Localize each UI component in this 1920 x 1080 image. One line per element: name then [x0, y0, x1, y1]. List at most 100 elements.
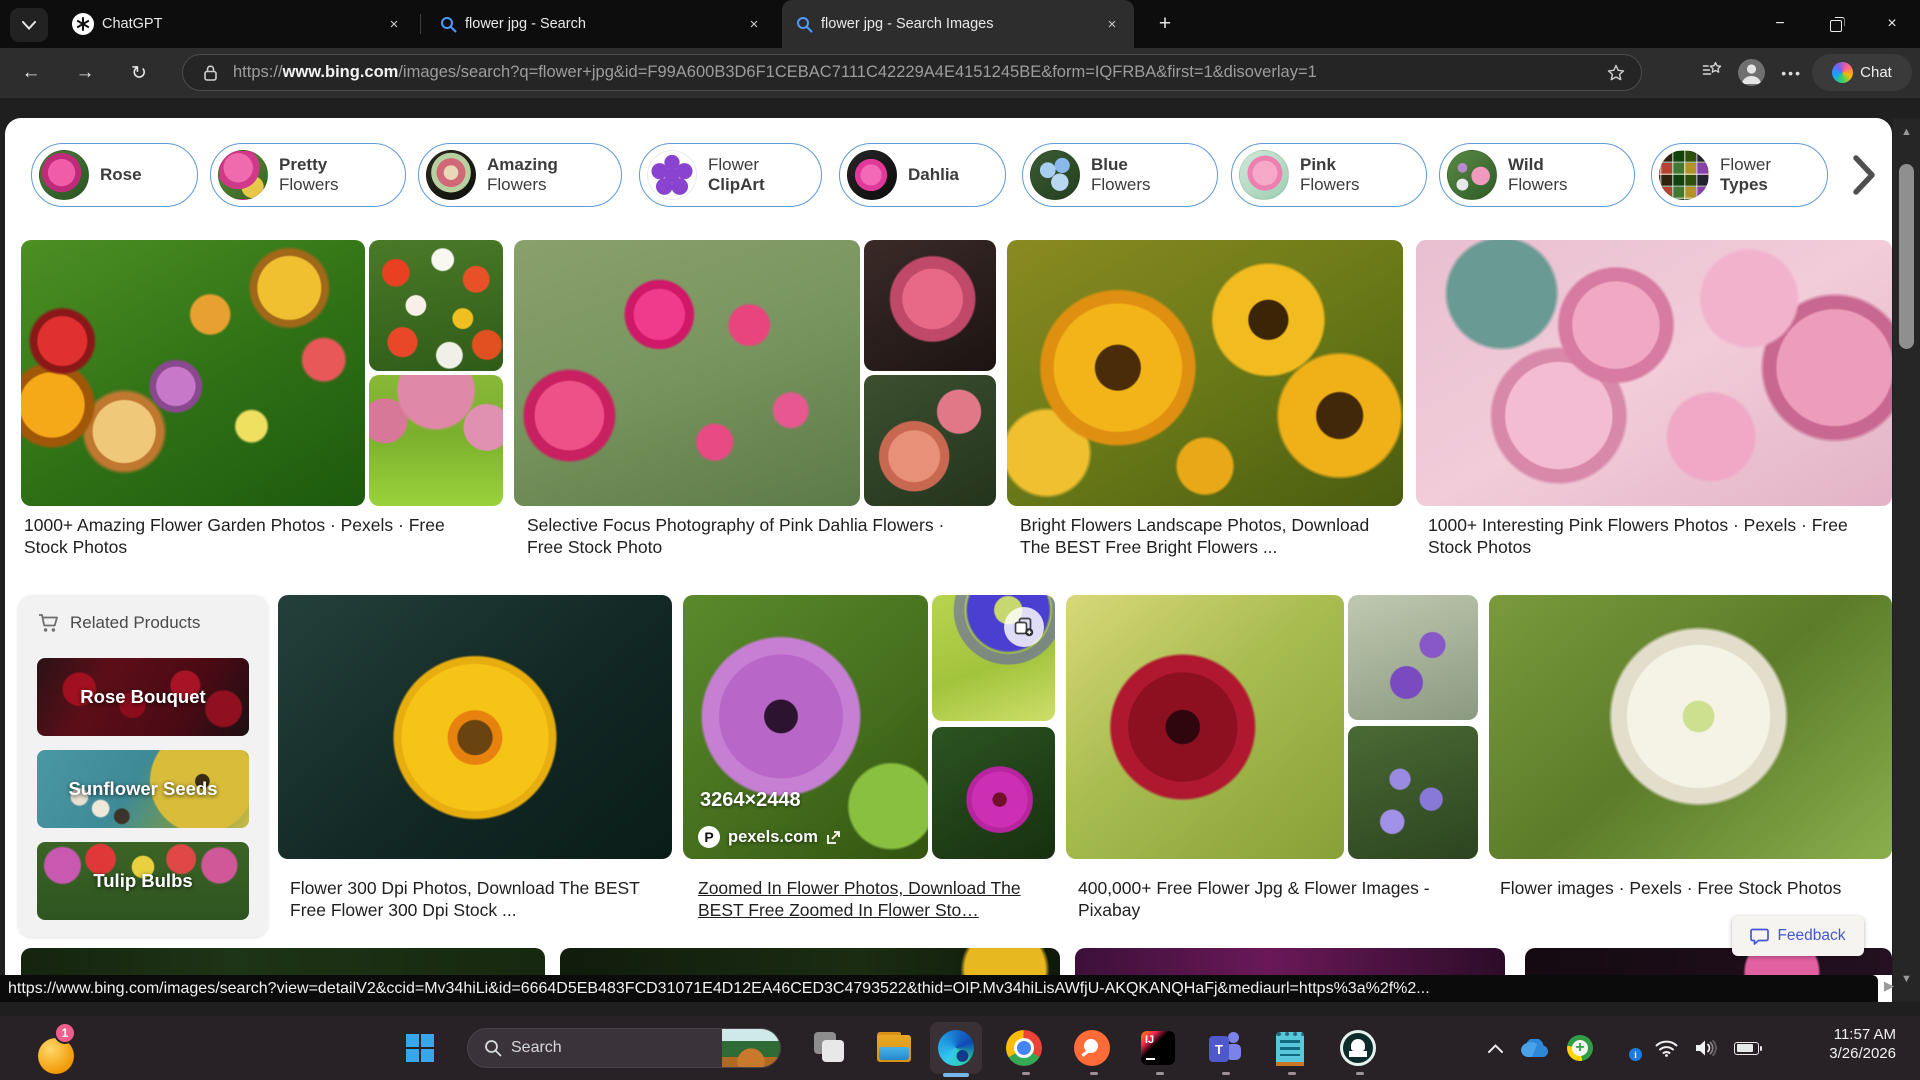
add-to-collection-icon — [1014, 617, 1034, 637]
filter-chip-wild-flowers[interactable]: WildFlowers — [1439, 143, 1635, 207]
search-highlight-image[interactable] — [722, 1028, 780, 1068]
refresh-button[interactable]: ↻ — [122, 57, 156, 89]
partial-result-image[interactable] — [560, 948, 1060, 975]
result-caption[interactable]: Flower 300 Dpi Photos, Download The BEST… — [290, 877, 652, 921]
url-text: https://www.bing.com/images/search?q=flo… — [233, 63, 1603, 82]
intellij-button[interactable]: IJ — [1136, 1026, 1180, 1070]
taskbar-clock[interactable]: 11:57 AM 3/26/2026 — [1792, 1025, 1896, 1063]
tab-chatgpt[interactable]: ChatGPT × — [58, 0, 416, 48]
result-image-red-dahlia[interactable] — [1066, 595, 1344, 859]
filter-chip-dahlia[interactable]: Dahlia — [839, 143, 1006, 207]
result-caption-hovered-link[interactable]: Zoomed In Flower Photos, Download The BE… — [698, 877, 1058, 921]
task-view-button[interactable] — [806, 1026, 850, 1070]
result-subimage-tulips[interactable] — [369, 240, 503, 371]
result-subimage-dahlia-dark[interactable] — [864, 240, 996, 371]
result-caption[interactable]: Selective Focus Photography of Pink Dahl… — [527, 514, 977, 558]
running-indicator — [1090, 1072, 1098, 1075]
result-image-cherry-blossoms[interactable] — [1416, 240, 1892, 506]
address-bar[interactable]: https://www.bing.com/images/search?q=flo… — [182, 54, 1642, 91]
file-explorer-button[interactable] — [872, 1026, 916, 1070]
product-sunflower-seeds[interactable]: Sunflower Seeds — [37, 750, 249, 828]
product-label: Sunflower Seeds — [68, 778, 217, 800]
result-subimage-geranium[interactable] — [932, 727, 1055, 859]
result-caption[interactable]: 1000+ Interesting Pink Flowers Photos · … — [1428, 514, 1890, 558]
result-image-sunflowers[interactable] — [1007, 240, 1403, 506]
filters-scroll-right-button[interactable] — [1843, 150, 1885, 200]
copilot-chat-button[interactable]: Chat — [1812, 54, 1912, 91]
gitkraken-icon — [1340, 1030, 1376, 1066]
result-image-flower-garden[interactable] — [21, 240, 365, 506]
new-tab-button[interactable]: + — [1150, 10, 1180, 38]
tab-close-icon[interactable]: × — [382, 12, 406, 36]
notepad-button[interactable] — [1268, 1026, 1312, 1070]
wifi-icon[interactable] — [1655, 1040, 1678, 1057]
close-button[interactable]: × — [1864, 0, 1920, 48]
tab-close-icon[interactable]: × — [742, 12, 766, 36]
result-image-purple-daisy[interactable] — [683, 595, 928, 859]
taskbar-search-box[interactable]: Search — [467, 1028, 781, 1068]
chevron-right-icon — [1852, 155, 1876, 195]
tab-flower-search-images-active[interactable]: flower jpg - Search Images × — [782, 0, 1134, 48]
minimize-button[interactable]: − — [1752, 0, 1808, 48]
result-subimage-blossoms[interactable] — [369, 375, 503, 506]
result-image-pink-dahlia-field[interactable] — [514, 240, 860, 506]
restore-button[interactable] — [1808, 0, 1864, 48]
start-button[interactable] — [398, 1026, 442, 1070]
image-source-overlay[interactable]: P pexels.com — [698, 826, 841, 848]
result-image-yellow-daisy[interactable] — [278, 595, 672, 859]
filter-chip-pink-flowers[interactable]: PinkFlowers — [1231, 143, 1427, 207]
favorites-bar-icon[interactable] — [1702, 61, 1722, 84]
filter-chip-blue-flowers[interactable]: BlueFlowers — [1022, 143, 1218, 207]
filter-chip-amazing-flowers[interactable]: AmazingFlowers — [418, 143, 622, 207]
result-caption[interactable]: Bright Flowers Landscape Photos, Downloa… — [1020, 514, 1398, 558]
taskbar-search-placeholder: Search — [511, 1039, 722, 1057]
save-to-collection-button[interactable] — [1004, 607, 1044, 647]
settings-menu-icon[interactable]: ••• — [1781, 65, 1802, 81]
result-caption[interactable]: Flower images · Pexels · Free Stock Phot… — [1500, 877, 1892, 899]
filter-chip-rose[interactable]: Rose — [31, 143, 198, 207]
profile-avatar[interactable] — [1738, 59, 1765, 86]
product-rose-bouquet[interactable]: Rose Bouquet — [37, 658, 249, 736]
screen: ChatGPT × flower jpg - Search × flower j… — [0, 0, 1920, 1080]
filter-chip-pretty-flowers[interactable]: PrettyFlowers — [210, 143, 406, 207]
battery-icon[interactable] — [1734, 1042, 1759, 1055]
result-image-white-dahlia[interactable] — [1489, 595, 1892, 859]
edge-button[interactable] — [934, 1026, 978, 1070]
cloud-sync-tray-icon[interactable]: i — [1610, 1039, 1638, 1057]
speaker-icon[interactable] — [1695, 1039, 1717, 1057]
result-subimage-purple-flowers[interactable] — [1348, 595, 1478, 720]
tray-chevron-up-icon[interactable] — [1488, 1044, 1503, 1053]
gitkraken-button[interactable] — [1336, 1026, 1380, 1070]
forward-button[interactable]: → — [68, 57, 102, 89]
tab-flower-search[interactable]: flower jpg - Search × — [426, 0, 776, 48]
antivirus-tray-icon[interactable] — [1567, 1035, 1593, 1061]
tab-close-icon[interactable]: × — [1100, 12, 1124, 36]
running-indicator — [1156, 1072, 1164, 1075]
filter-chip-flower-clipart[interactable]: FlowerClipArt — [639, 143, 822, 207]
partial-result-image[interactable] — [1075, 948, 1505, 975]
partial-result-image[interactable] — [21, 948, 545, 975]
tab-search-button[interactable] — [10, 8, 48, 42]
scroll-up-icon[interactable]: ▲ — [1893, 126, 1920, 138]
teams-button[interactable]: T — [1202, 1026, 1246, 1070]
postman-button[interactable] — [1070, 1026, 1114, 1070]
result-caption[interactable]: 400,000+ Free Flower Jpg & Flower Images… — [1078, 877, 1478, 921]
chrome-button[interactable] — [1002, 1026, 1046, 1070]
result-subimage-violet-cluster[interactable] — [1348, 726, 1478, 859]
url-host: www.bing.com — [283, 63, 399, 81]
scroll-down-icon[interactable]: ▼ — [1893, 973, 1920, 985]
task-view-icon — [808, 1028, 848, 1068]
notification-badge: 1 — [54, 1022, 76, 1044]
feedback-button[interactable]: Feedback — [1732, 916, 1864, 956]
result-subimage-dahlia-salmon[interactable] — [864, 375, 996, 506]
favorite-star-icon[interactable] — [1603, 64, 1629, 82]
product-tulip-bulbs[interactable]: Tulip Bulbs — [37, 842, 249, 920]
filter-chip-flower-types[interactable]: FlowerTypes — [1651, 143, 1828, 207]
onedrive-icon[interactable] — [1520, 1039, 1550, 1058]
feedback-label: Feedback — [1777, 927, 1845, 945]
vertical-scrollbar[interactable]: ▲ ▼ — [1893, 118, 1920, 1002]
chevron-down-icon — [22, 21, 36, 30]
scrollbar-thumb[interactable] — [1899, 164, 1914, 349]
back-button[interactable]: ← — [14, 57, 48, 89]
result-caption[interactable]: 1000+ Amazing Flower Garden Photos · Pex… — [24, 514, 474, 558]
